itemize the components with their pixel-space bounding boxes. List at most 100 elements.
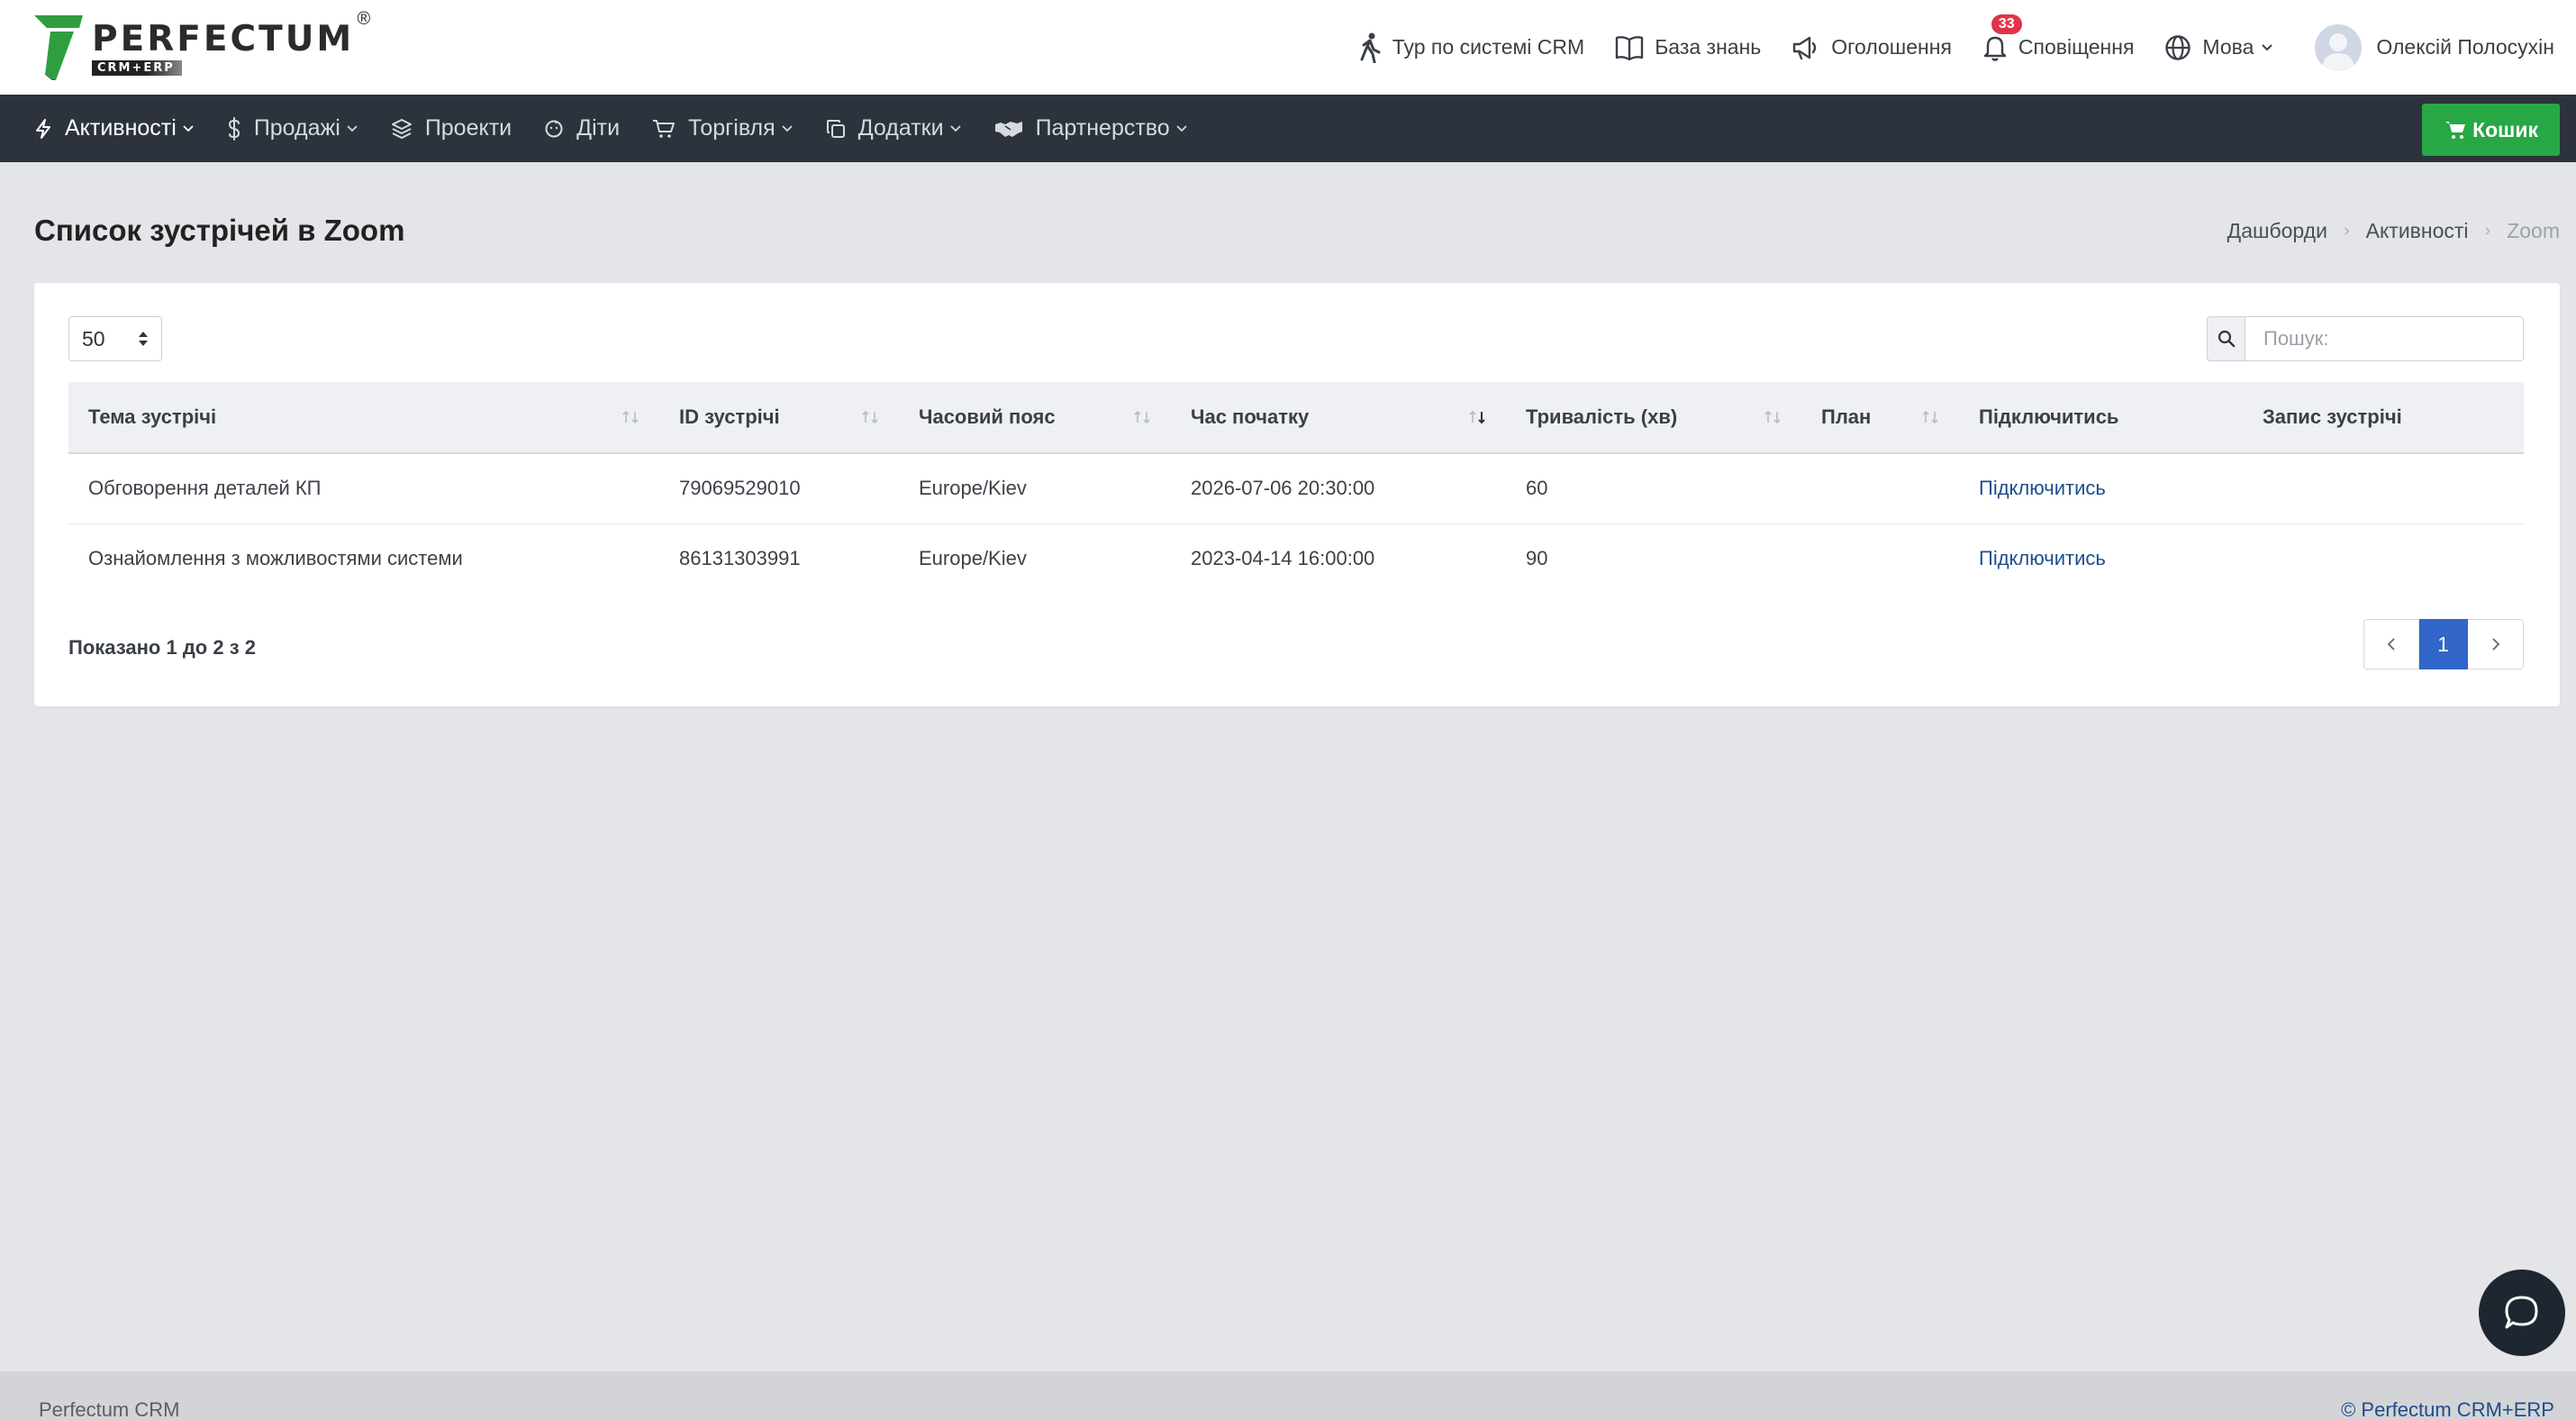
chat-button[interactable] [2479,1270,2565,1356]
logo-text: PERFECTUM CRM+ERP ® [92,9,370,76]
pagination-page-current[interactable]: 1 [2419,619,2468,669]
knowledge-base-link[interactable]: База знань [1615,35,1761,60]
select-updown-icon [139,332,148,346]
search-button[interactable] [2207,316,2245,361]
book-icon [1615,35,1644,60]
col-plan[interactable]: План [1801,382,1959,453]
table-row: Обговорення деталей КП 79069529010 Europ… [68,453,2524,523]
nav-activities[interactable]: Активності [34,95,195,162]
chevron-down-icon [949,124,961,132]
cell-join: Підключитись [1959,523,2243,594]
nav-sales[interactable]: Продажі [227,95,358,162]
nav-addons-label: Додатки [857,115,944,141]
breadcrumb-activities[interactable]: Активності [2366,219,2469,243]
page-length-select[interactable]: 50 [68,316,162,361]
breadcrumb-dashboards[interactable]: Дашборди [2227,219,2327,243]
cell-topic: Обговорення деталей КП [88,477,322,500]
cell-duration: 90 [1526,547,1548,570]
col-start-time-label: Час початку [1191,405,1310,428]
nav-children[interactable]: Діти [544,95,620,162]
cell-duration: 60 [1526,477,1548,500]
pagination-next[interactable] [2468,619,2524,669]
col-id-label: ID зустрічі [679,405,780,428]
chevron-down-icon [1176,124,1187,132]
col-recording-label: Запис зустрічі [2263,405,2402,428]
col-join: Підключитись [1959,382,2243,453]
nav-projects-label: Проекти [424,115,512,141]
nav-children-label: Діти [576,115,621,141]
cell-timezone: Europe/Kiev [919,477,1027,500]
language-dropdown[interactable]: Мова [2164,34,2284,61]
search-input[interactable] [2245,316,2524,361]
top-nav: Тур по системі CRM База знань Оголошення… [1328,0,2554,95]
col-id[interactable]: ID зустрічі [659,382,899,453]
chevron-right-icon [2491,638,2499,651]
sort-icon [862,410,878,424]
pagination-prev[interactable] [2363,619,2419,669]
sort-icon [1922,410,1938,424]
knowledge-base-label: База знань [1655,35,1762,59]
col-start-time[interactable]: Час початку [1171,382,1506,453]
col-duration[interactable]: Тривалість (хв) [1506,382,1801,453]
col-plan-label: План [1821,405,1872,428]
table-header-row: Тема зустрічі ID зустрічі Часовий пояс Ч… [68,382,2524,453]
walking-icon [1360,32,1381,63]
col-duration-label: Тривалість (хв) [1526,405,1678,428]
page-title: Список зустрічей в Zoom [34,214,405,247]
sort-desc-icon [1469,410,1485,424]
nav-sales-label: Продажі [253,115,340,141]
language-label: Мова [2202,35,2254,59]
notifications-link[interactable]: 33 Сповіщення [1982,14,2135,61]
footer-copyright[interactable]: © Perfectum CRM+ERP [2341,1398,2554,1420]
nav-addons[interactable]: Додатки [826,95,962,162]
sort-icon [1134,410,1150,424]
user-menu[interactable]: Олексій Полосухін [2315,23,2554,71]
copy-icon [826,119,845,138]
chevron-down-icon [183,124,194,132]
cell-plan [1801,523,1959,594]
breadcrumb-separator-icon: › [2343,221,2350,241]
join-link[interactable]: Підключитись [1979,477,2106,499]
footer-left: Perfectum CRM [39,1398,180,1420]
sort-icon [622,410,639,424]
col-topic-label: Тема зустрічі [88,405,217,428]
table-row: Ознайомлення з можливостями системи 8613… [68,523,2524,594]
cell-id: 86131303991 [679,547,801,570]
nav-activities-label: Активності [65,115,177,141]
cell-start-time: 2026-07-06 20:30:00 [1191,477,1375,500]
dollar-icon [228,116,240,141]
meetings-table: Тема зустрічі ID зустрічі Часовий пояс Ч… [68,382,2524,594]
chevron-down-icon [2262,43,2273,50]
breadcrumb-separator-icon: › [2484,221,2491,241]
col-timezone[interactable]: Часовий пояс [899,382,1171,453]
cell-recording [2243,453,2524,523]
avatar [2315,23,2363,71]
col-recording: Запис зустрічі [2243,382,2524,453]
nav-projects[interactable]: Проекти [391,95,512,162]
tour-link[interactable]: Тур по системі CRM [1358,32,1584,63]
nav-partnership[interactable]: Партнерство [994,95,1188,162]
notifications-badge: 33 [1991,14,2022,34]
logo-name: PERFECTUM [92,18,355,59]
user-name: Олексій Полосухін [2376,35,2554,59]
cell-timezone: Europe/Kiev [919,547,1027,570]
nav-trade[interactable]: Торгівля [652,95,794,162]
cart-button[interactable]: Кошик [2422,104,2560,156]
handshake-icon [994,121,1022,137]
globe-icon [2165,34,2191,60]
footer: Perfectum CRM © Perfectum CRM+ERP [0,1371,2576,1420]
shopping-cart-icon [2445,122,2466,139]
cell-join: Підключитись [1959,453,2243,523]
table-info: Показано 1 до 2 з 2 [68,636,256,659]
announcements-link[interactable]: Оголошення [1791,35,1952,60]
layers-icon [391,118,412,139]
bell-icon [1983,36,2007,61]
notifications-label: Сповіщення [2018,35,2135,59]
cell-plan [1801,453,1959,523]
cell-topic: Ознайомлення з можливостями системи [88,547,463,570]
search-icon [2218,330,2235,348]
col-topic[interactable]: Тема зустрічі [68,382,659,453]
join-link[interactable]: Підключитись [1979,547,2106,569]
chevron-down-icon [782,124,793,132]
logo[interactable]: PERFECTUM CRM+ERP ® [34,0,370,95]
